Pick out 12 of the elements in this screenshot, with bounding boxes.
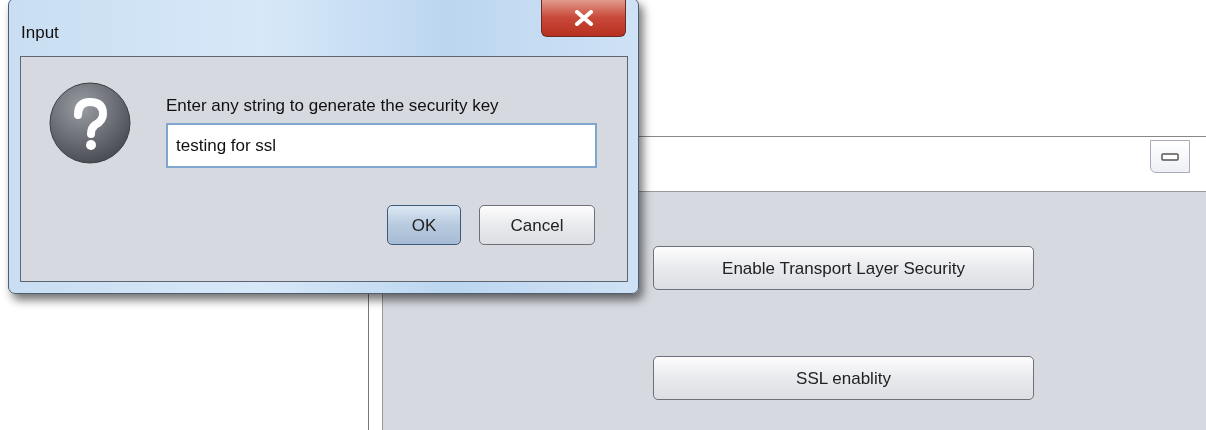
question-icon — [49, 82, 131, 164]
dialog-button[interactable]: OK — [387, 205, 461, 245]
close-icon — [573, 9, 594, 26]
action-button[interactable]: SSL enablity — [653, 356, 1034, 400]
action-button[interactable]: Enable Transport Layer Security — [653, 246, 1034, 290]
input-field[interactable]: testing for ssl — [166, 123, 597, 168]
dialog-button[interactable]: Cancel — [479, 205, 595, 245]
dialog-title: Input — [21, 22, 59, 44]
minimize-button[interactable] — [1150, 140, 1190, 173]
minimize-icon — [1161, 152, 1179, 161]
prompt-text: Enter any string to generate the security key — [166, 95, 499, 117]
close-button[interactable] — [541, 0, 626, 37]
